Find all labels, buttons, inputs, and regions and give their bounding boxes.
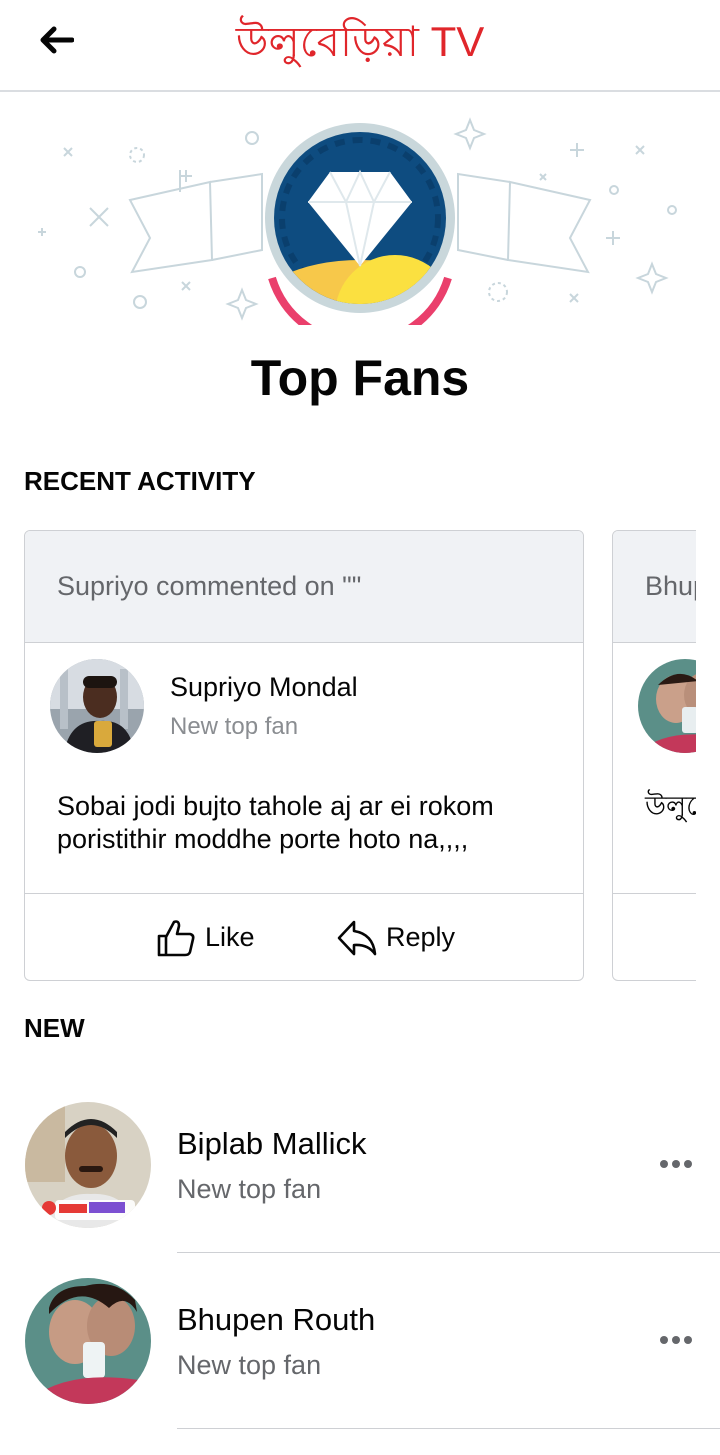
activity-card[interactable]: Bhup উলুবে bbox=[612, 530, 696, 981]
more-horizontal-icon bbox=[660, 1160, 692, 1168]
card-actions: Like Reply bbox=[25, 893, 583, 980]
activity-card[interactable]: Supriyo commented on "" Supriyo Mondal N… bbox=[24, 530, 584, 981]
activity-card-peek-clip: Bhup উলুবে bbox=[612, 530, 696, 982]
avatar[interactable] bbox=[25, 1102, 151, 1228]
more-options-button[interactable] bbox=[652, 1320, 700, 1360]
more-options-button[interactable] bbox=[652, 1144, 700, 1184]
avatar[interactable] bbox=[25, 1278, 151, 1404]
page-title: উলুবেড়িয়া TV bbox=[235, 18, 485, 65]
reply-label: Reply bbox=[386, 922, 456, 952]
like-label: Like bbox=[205, 922, 255, 952]
fan-name[interactable]: Biplab Mallick bbox=[177, 1126, 367, 1162]
commenter-name[interactable]: Supriyo Mondal bbox=[170, 672, 358, 703]
app-header: উলুবেড়িয়া TV bbox=[0, 0, 720, 92]
avatar[interactable] bbox=[638, 659, 696, 753]
fan-subtitle: New top fan bbox=[177, 1350, 322, 1380]
list-item[interactable]: Bhupen Routh New top fan bbox=[0, 1266, 720, 1436]
list-item[interactable]: Biplab Mallick New top fan bbox=[0, 1090, 720, 1260]
more-horizontal-icon bbox=[660, 1336, 692, 1344]
diamond-badge-icon bbox=[265, 123, 455, 348]
comment-text: উলুবে bbox=[645, 791, 696, 821]
hero-title: Top Fans bbox=[250, 350, 470, 406]
list-divider bbox=[177, 1252, 720, 1253]
avatar[interactable] bbox=[50, 659, 144, 753]
fan-subtitle: New top fan bbox=[177, 1174, 322, 1204]
reply-arrow-icon bbox=[337, 920, 377, 955]
top-fan-banner bbox=[0, 110, 720, 348]
thumbs-up-icon bbox=[157, 919, 195, 956]
activity-card-header: Supriyo commented on "" bbox=[25, 531, 583, 643]
fan-name[interactable]: Bhupen Routh bbox=[177, 1302, 375, 1338]
section-title-new: NEW bbox=[24, 1013, 85, 1043]
section-title-recent-activity: RECENT ACTIVITY bbox=[24, 466, 256, 496]
commenter-subtitle: New top fan bbox=[170, 713, 299, 740]
list-divider bbox=[177, 1428, 720, 1429]
reply-button[interactable]: Reply bbox=[336, 894, 456, 980]
comment-text: Sobai jodi bujto tahole aj ar ei rokom p… bbox=[57, 791, 494, 854]
card-actions bbox=[613, 893, 696, 980]
like-button[interactable]: Like bbox=[155, 894, 255, 980]
activity-card-header: Bhup bbox=[613, 531, 696, 643]
